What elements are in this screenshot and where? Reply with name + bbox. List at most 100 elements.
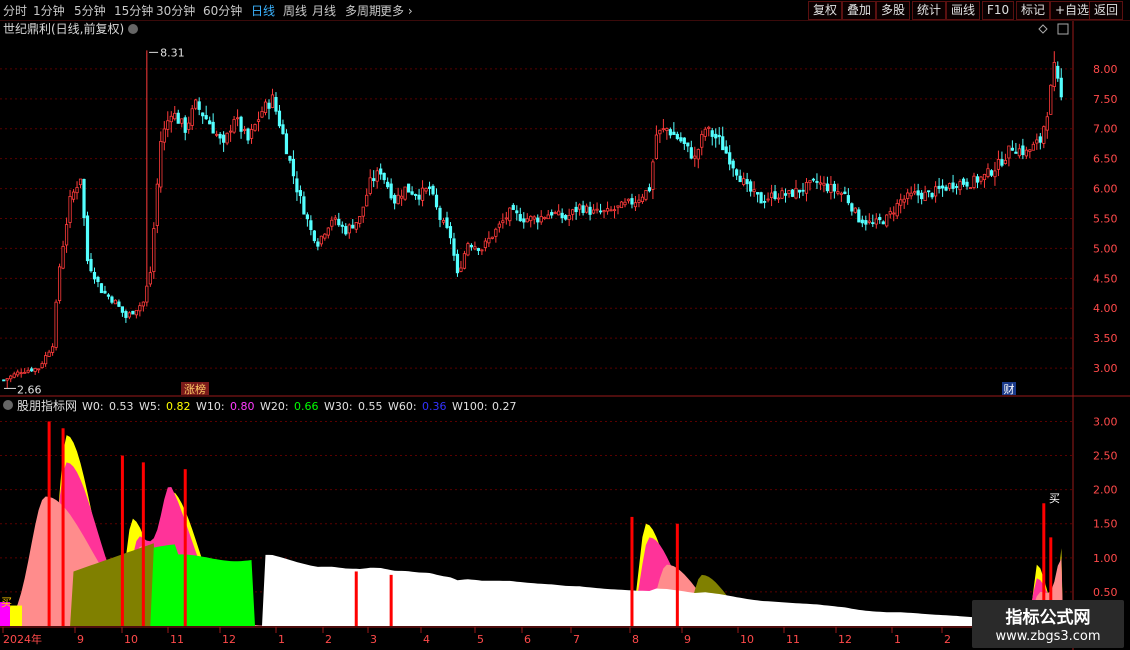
toolbar-button-7[interactable]: +自选 (1050, 1, 1095, 20)
toolbar-button-1[interactable]: 叠加 (842, 1, 877, 20)
kline-chart[interactable]: 8.00 7.50 7.00 6.50 6.00 5.50 5.00 4.50 4.00 3.50… (0, 21, 1130, 650)
indicator-value: 0.27 (492, 400, 517, 413)
candle-body (68, 195, 72, 223)
candle-body (284, 133, 289, 155)
indicator-key: W20: (260, 400, 289, 413)
candle-body (78, 178, 83, 186)
candle-body (731, 160, 735, 169)
chart-area[interactable]: 8.00 7.50 7.00 6.50 6.00 5.50 5.00 4.50 4.00 3.50… (0, 21, 1130, 650)
indicator-key: W60: (388, 400, 417, 413)
candle-body (455, 253, 460, 274)
candle-body (333, 217, 337, 220)
period-tab-7[interactable]: 周线 (283, 2, 307, 19)
w-red-spike (354, 571, 358, 626)
period-tab-1[interactable]: 1分钟 (33, 2, 65, 19)
candle-body (96, 276, 100, 283)
toolbar-button-4[interactable]: 画线 (946, 1, 981, 20)
candle-body (874, 218, 878, 225)
indicator-dropdown-icon (3, 400, 13, 410)
candle-body (902, 198, 906, 203)
candle-body (253, 124, 257, 131)
candle-body (724, 146, 728, 154)
candle-body (340, 224, 344, 227)
price-tick-label: 6.00 (1093, 183, 1118, 196)
candle-body (347, 224, 351, 234)
period-tab-3[interactable]: 15分钟 (114, 2, 153, 19)
w-red-spike (141, 462, 145, 626)
candle-body (420, 187, 425, 201)
candle-body (19, 372, 23, 375)
x-axis-label: 6 (524, 633, 531, 646)
candle-body (759, 192, 763, 204)
candle-body (522, 218, 526, 223)
candle-body (584, 205, 589, 213)
candle-body (473, 246, 477, 250)
candle-body (647, 187, 652, 192)
candle-body (703, 128, 707, 137)
candle-body (892, 212, 896, 215)
candle-body (735, 169, 739, 176)
x-axis-label: 5 (477, 633, 484, 646)
candle-body (459, 267, 463, 272)
candle-body (511, 204, 515, 210)
candle-body (5, 378, 9, 381)
candle-body (480, 249, 484, 252)
candle-body (302, 196, 306, 215)
candle-body (808, 180, 812, 184)
candle-body (152, 228, 156, 272)
price-tick-label: 7.50 (1093, 93, 1118, 106)
candle-body (717, 134, 721, 138)
candle-body (12, 373, 16, 378)
candle-body (752, 189, 756, 193)
period-tab-10[interactable]: 更多 › (380, 2, 413, 19)
candle-body (591, 209, 596, 214)
toolbar-button-8[interactable]: 返回 (1089, 1, 1124, 20)
candle-body (180, 118, 184, 124)
candle-body (312, 230, 316, 242)
candle-body (832, 183, 836, 192)
period-tab-5[interactable]: 60分钟 (203, 2, 242, 19)
candle-body (1035, 139, 1039, 144)
period-tab-6[interactable]: 日线 (251, 2, 275, 19)
candle-body (825, 183, 830, 192)
candle-body (1000, 159, 1004, 166)
period-tab-8[interactable]: 月线 (312, 2, 336, 19)
indicator-value: 0.55 (358, 400, 383, 413)
candle-body (75, 187, 79, 194)
candle-body (382, 172, 386, 181)
candle-body (141, 301, 145, 307)
candle-body (536, 217, 540, 223)
period-tab-4[interactable]: 30分钟 (156, 2, 195, 19)
candle-body (1028, 149, 1032, 152)
buy-marker-right: 买 (1049, 492, 1060, 505)
candle-body (187, 122, 191, 130)
candle-body (916, 190, 920, 196)
candle-body (44, 355, 48, 365)
toolbar-button-5[interactable]: F10 (982, 1, 1015, 20)
high-price-label: 8.31 (160, 46, 185, 59)
candle-body (82, 178, 86, 219)
candle-body (609, 209, 613, 212)
period-tab-0[interactable]: 分时 (3, 2, 27, 19)
toolbar-button-6[interactable]: 标记 (1016, 1, 1051, 20)
toolbar-button-3[interactable]: 统计 (912, 1, 947, 20)
candle-body (993, 170, 997, 178)
period-tab-2[interactable]: 5分钟 (74, 2, 106, 19)
x-axis-label: 12 (838, 633, 852, 646)
cai-tag: 财 (1004, 382, 1015, 396)
candle-body (225, 132, 229, 144)
candle-body (557, 210, 561, 216)
candle-body (427, 186, 432, 189)
candle-body (714, 133, 718, 139)
period-tab-9[interactable]: 多周期 (345, 2, 381, 19)
candle-body (438, 207, 442, 220)
candle-body (239, 116, 243, 132)
indicator-tick-label: 0.50 (1093, 586, 1118, 599)
candle-body (229, 130, 233, 133)
candle-body (330, 219, 334, 227)
candle-body (742, 178, 746, 185)
price-tick-label: 5.50 (1093, 212, 1118, 225)
x-axis-label: 3 (370, 633, 377, 646)
toolbar-button-0[interactable]: 复权 (808, 1, 843, 20)
toolbar-button-2[interactable]: 多股 (876, 1, 911, 20)
